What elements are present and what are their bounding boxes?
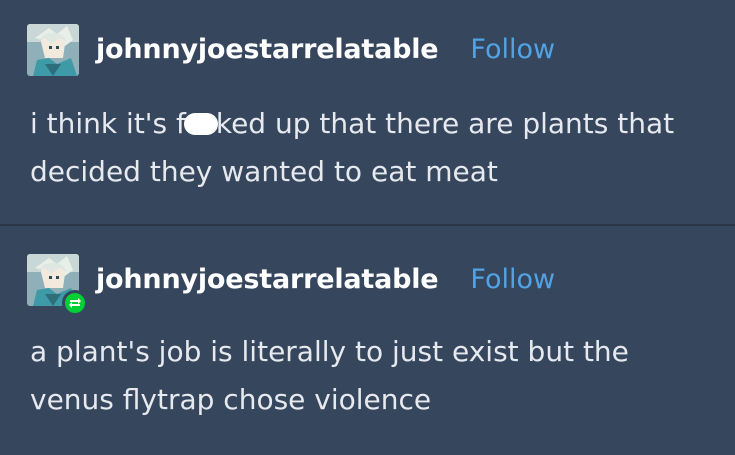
follow-button[interactable]: Follow bbox=[470, 264, 555, 295]
reblog-icon bbox=[69, 298, 81, 308]
post-header: johnnyjoestarrelatable Follow bbox=[96, 34, 555, 65]
post-reblog: johnnyjoestarrelatable Follow a plant's … bbox=[0, 226, 735, 455]
reblog-badge bbox=[62, 290, 88, 316]
post-body: i think it's f ked up that there are plan… bbox=[30, 100, 720, 196]
post-text-start: i think it's f bbox=[30, 107, 186, 140]
post-header: johnnyjoestarrelatable Follow bbox=[96, 264, 555, 295]
redaction-blot bbox=[183, 113, 218, 135]
avatar[interactable] bbox=[27, 24, 79, 76]
username[interactable]: johnnyjoestarrelatable bbox=[96, 264, 439, 295]
follow-button[interactable]: Follow bbox=[470, 34, 555, 65]
username[interactable]: johnnyjoestarrelatable bbox=[96, 34, 439, 65]
avatar-icon bbox=[27, 24, 79, 76]
post-body: a plant's job is literally to just exist… bbox=[30, 335, 629, 416]
post-original: johnnyjoestarrelatable Follow i think it… bbox=[0, 0, 735, 224]
